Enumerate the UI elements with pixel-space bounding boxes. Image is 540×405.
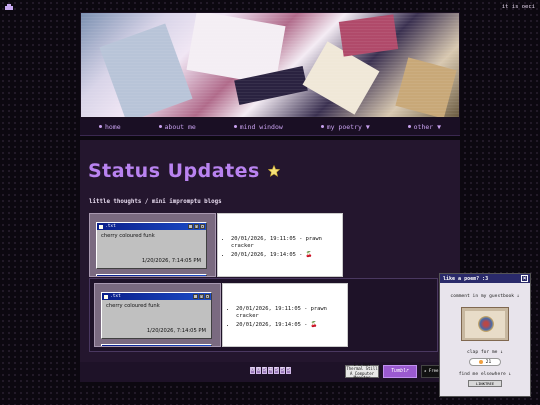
window-title: .txt — [105, 224, 116, 229]
status-log-panel: 20/01/2026, 19:11:05 - prawn cracker 20/… — [217, 213, 343, 277]
log-entry: 20/01/2026, 19:11:05 - prawn cracker — [236, 306, 347, 320]
log-entry: 20/01/2026, 19:14:05 - 🍒 — [236, 322, 347, 329]
hit-counter: 0 0 5 4 5 5 5 — [250, 367, 291, 374]
window-title: .txt — [110, 294, 121, 299]
counter-digit: 5 — [262, 367, 267, 374]
nav-home[interactable]: home — [98, 122, 121, 131]
window-title-bar: .txt _ □ × — [102, 293, 211, 300]
clap-count: 21 — [485, 359, 492, 365]
popup-title-bar: like a poem? :3 × — [440, 274, 530, 283]
bullet-icon — [158, 125, 162, 128]
nav-about-me[interactable]: about me — [158, 122, 196, 131]
nav-label: mind window — [239, 122, 283, 131]
bullet-icon — [320, 125, 324, 128]
footer: 0 0 5 4 5 5 5 I'm Not Thermal Still A Co… — [80, 362, 460, 382]
counter-digit: 0 — [250, 367, 255, 374]
maximize-icon[interactable]: □ — [199, 294, 204, 299]
notepad-icon — [104, 347, 108, 348]
minimize-icon[interactable]: _ — [193, 294, 198, 299]
page-title: Status Updates — [88, 160, 260, 182]
nav-other[interactable]: other ▼ — [407, 122, 442, 131]
maximize-icon[interactable]: □ — [194, 224, 199, 229]
nav-label: my poetry ▼ — [326, 122, 370, 131]
find-me-prompt: find me elsewhere ↓ — [458, 372, 512, 377]
header-banner — [80, 12, 460, 118]
status-window-next — [96, 274, 207, 278]
status-window: .txt _ □ × cherry coloured funk 1/20/202… — [96, 222, 207, 269]
main-nav: home about me mind window my poetry ▼ ot… — [80, 118, 460, 136]
guestbook-image[interactable] — [461, 307, 509, 341]
minimize-icon[interactable]: _ — [188, 224, 193, 229]
clap-prompt: clap for me ↓ — [467, 350, 503, 355]
close-icon[interactable]: × — [521, 275, 528, 282]
close-icon[interactable]: × — [200, 224, 205, 229]
tumblr-badge[interactable]: Tumblr — [383, 365, 417, 378]
bullet-icon — [407, 125, 411, 128]
counter-digit: 5 — [286, 367, 291, 374]
status-message: cherry coloured funk — [106, 303, 160, 309]
status-window: .txt _ □ × cherry coloured funk 1/20/202… — [101, 292, 212, 339]
button-badge[interactable]: I'm Not Thermal Still A Computer Monitor — [345, 362, 379, 380]
log-entry: 20/01/2026, 19:14:05 - 🍒 — [231, 252, 342, 259]
nav-label: other ▼ — [413, 122, 442, 131]
close-icon[interactable]: × — [205, 294, 210, 299]
bullet-icon — [98, 125, 102, 128]
status-window-panel: .txt _ □ × cherry coloured funk 1/20/202… — [89, 213, 216, 277]
log-entry: 20/01/2026, 19:11:05 - prawn cracker — [231, 236, 342, 250]
status-message: cherry coloured funk — [101, 233, 155, 239]
linktree-button[interactable]: LINKTREE — [468, 380, 502, 387]
status-log-panel: 20/01/2026, 19:11:05 - prawn cracker 20/… — [222, 283, 348, 347]
notepad-icon — [104, 294, 108, 299]
clap-button[interactable]: 21 — [469, 358, 501, 366]
nav-label: about me — [164, 122, 196, 131]
counter-digit: 5 — [274, 367, 279, 374]
cloud-icon — [5, 4, 13, 10]
counter-digit: 0 — [256, 367, 261, 374]
status-window-panel: .txt _ □ × cherry coloured funk 1/20/202… — [94, 283, 221, 347]
nav-label: home — [104, 122, 121, 131]
poem-popup: like a poem? :3 × comment in my guestboo… — [439, 273, 531, 397]
counter-digit: 4 — [268, 367, 273, 374]
popup-title: like a poem? :3 — [443, 275, 489, 282]
notepad-icon — [99, 224, 103, 229]
bullet-icon — [233, 125, 237, 128]
status-window-next — [101, 344, 212, 348]
top-note: it is oeci — [501, 4, 535, 10]
page-subtitle: little thoughts / mini impromptu blogs — [89, 199, 222, 205]
notepad-icon — [99, 277, 103, 278]
status-timestamp: 1/20/2026, 7:14:05 PM — [141, 258, 201, 264]
star-icon — [267, 165, 280, 177]
counter-digit: 5 — [280, 367, 285, 374]
nav-my-poetry[interactable]: my poetry ▼ — [320, 122, 370, 131]
status-row-overlay: .txt _ □ × cherry coloured funk 1/20/202… — [89, 278, 438, 352]
clap-icon — [478, 360, 483, 364]
window-title-bar: .txt _ □ × — [97, 223, 206, 230]
status-timestamp: 1/20/2026, 7:14:05 PM — [146, 328, 206, 334]
guestbook-prompt: comment in my guestbook ↓ — [450, 294, 520, 299]
nav-mind-window[interactable]: mind window — [233, 122, 283, 131]
